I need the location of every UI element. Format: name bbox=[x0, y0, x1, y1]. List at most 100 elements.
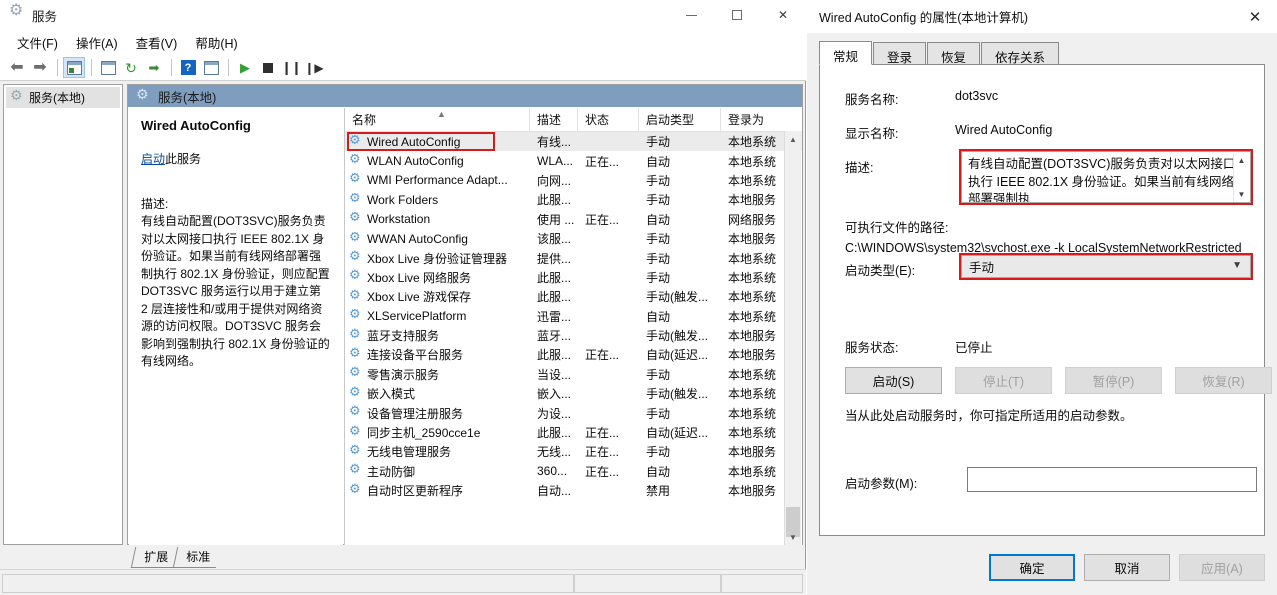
service-name-text: Xbox Live 身份验证管理器 bbox=[367, 251, 508, 266]
table-row[interactable]: Work Folders 此服... 手动 本地服务 bbox=[345, 190, 802, 209]
table-row[interactable]: 无线电管理服务 无线... 正在... 手动 本地服务 bbox=[345, 442, 802, 461]
cancel-button[interactable]: 取消 bbox=[1084, 554, 1170, 581]
back-arrow-icon[interactable]: ⬅ bbox=[6, 57, 28, 78]
pause-button: 暂停(P) bbox=[1065, 367, 1162, 394]
table-row[interactable]: Workstation 使用 ... 正在... 自动 网络服务 bbox=[345, 210, 802, 229]
start-parameters-input[interactable] bbox=[967, 467, 1257, 492]
service-gear-icon bbox=[349, 250, 363, 265]
services-list-header: ▲ 名称 描述 状态 启动类型 登录为 bbox=[345, 108, 802, 132]
list-view-icon[interactable] bbox=[200, 57, 222, 78]
refresh-icon[interactable]: ↻ bbox=[120, 57, 142, 78]
service-status-label: 服务状态: bbox=[845, 341, 899, 355]
table-row[interactable]: WWAN AutoConfig 该服... 手动 本地服务 bbox=[345, 229, 802, 248]
column-header-state[interactable]: 状态 bbox=[578, 108, 639, 131]
cell-startup-type: 手动 bbox=[646, 251, 671, 266]
minimize-button[interactable] bbox=[668, 0, 714, 30]
export-list-icon[interactable]: ➡ bbox=[143, 57, 165, 78]
service-info-panel: Wired AutoConfig 启动此服务 描述: 有线自动配置(DOT3SV… bbox=[129, 108, 343, 545]
tab-general[interactable]: 常规 bbox=[819, 41, 873, 65]
cell-startup-type: 自动 bbox=[646, 464, 671, 479]
table-row[interactable]: XLServicePlatform 迅雷... 自动 本地系统 bbox=[345, 307, 802, 326]
table-row[interactable]: WLAN AutoConfig WLA... 正在... 自动 本地系统 bbox=[345, 151, 802, 170]
tab-recovery[interactable]: 恢复 bbox=[927, 42, 981, 65]
table-row[interactable]: 嵌入模式 嵌入... 手动(触发... 本地系统 bbox=[345, 384, 802, 403]
scroll-down-icon[interactable]: ▼ bbox=[785, 529, 801, 545]
description-scroll-up-icon[interactable]: ▲ bbox=[1234, 153, 1249, 169]
service-name-label: 服务名称: bbox=[845, 93, 899, 107]
forward-arrow-icon[interactable]: ➡ bbox=[29, 57, 51, 78]
column-header-startup-type[interactable]: 启动类型 bbox=[639, 108, 721, 131]
column-header-logon-as[interactable]: 登录为 bbox=[721, 108, 786, 131]
table-row[interactable]: 蓝牙支持服务 蓝牙... 手动(触发... 本地服务 bbox=[345, 326, 802, 345]
service-name-value: dot3svc bbox=[955, 89, 999, 103]
table-row[interactable]: Wired AutoConfig 有线... 手动 本地系统 bbox=[345, 132, 802, 152]
cell-startup-type: 禁用 bbox=[646, 484, 671, 499]
dialog-close-icon[interactable]: ✕ bbox=[1233, 0, 1277, 33]
table-row[interactable]: WMI Performance Adapt... 向网... 手动 本地系统 bbox=[345, 171, 802, 190]
column-header-name[interactable]: ▲ 名称 bbox=[345, 108, 530, 131]
cell-startup-type: 手动(触发... bbox=[646, 387, 708, 402]
cell-service-name: 蓝牙支持服务 bbox=[345, 327, 530, 344]
dialog-titlebar: Wired AutoConfig 的属性(本地计算机) ✕ bbox=[807, 0, 1277, 33]
tab-dependencies[interactable]: 依存关系 bbox=[981, 42, 1060, 65]
status-cell-secondary bbox=[574, 574, 721, 593]
cell-logon-as: 本地系统 bbox=[728, 251, 777, 266]
menu-action[interactable]: 操作(A) bbox=[67, 30, 127, 55]
table-row[interactable]: Xbox Live 网络服务 此服... 手动 本地系统 bbox=[345, 268, 802, 287]
description-scrollbar[interactable]: ▲ ▼ bbox=[1233, 153, 1249, 202]
description-row: 描述: bbox=[845, 157, 955, 176]
description-textbox[interactable]: 有线自动配置(DOT3SVC)服务负责对以太网接口执行 IEEE 802.1X … bbox=[961, 151, 1251, 203]
cell-description: 此服... bbox=[537, 270, 572, 285]
show-hide-console-tree-icon[interactable] bbox=[63, 57, 85, 78]
table-row[interactable]: 连接设备平台服务 此服... 正在... 自动(延迟... 本地服务 bbox=[345, 345, 802, 364]
menu-view[interactable]: 查看(V) bbox=[127, 30, 187, 55]
start-service-link-suffix: 此服务 bbox=[165, 152, 202, 166]
cell-description: 360... bbox=[537, 464, 568, 479]
table-row[interactable]: 主动防御 360... 正在... 自动 本地系统 bbox=[345, 462, 802, 481]
cell-service-name: 嵌入模式 bbox=[345, 385, 530, 402]
close-button[interactable]: ✕ bbox=[760, 0, 806, 30]
help-icon[interactable]: ? bbox=[177, 57, 199, 78]
table-row[interactable]: Xbox Live 游戏保存 此服... 手动(触发... 本地系统 bbox=[345, 287, 802, 306]
cell-service-name: Xbox Live 游戏保存 bbox=[345, 288, 530, 305]
cell-service-name: XLServicePlatform bbox=[345, 309, 530, 323]
pause-service-icon[interactable]: ❙❙ bbox=[280, 57, 302, 78]
startup-type-select[interactable]: 手动 ▼ bbox=[961, 255, 1251, 278]
table-row[interactable]: 自动时区更新程序 自动... 禁用 本地服务 bbox=[345, 481, 802, 500]
table-row[interactable]: 设备管理注册服务 为设... 手动 本地系统 bbox=[345, 403, 802, 422]
startup-type-label: 启动类型(E): bbox=[845, 264, 916, 278]
start-service-link[interactable]: 启动 bbox=[141, 152, 165, 166]
start-service-icon[interactable]: ▶ bbox=[234, 57, 256, 78]
menu-file[interactable]: 文件(F) bbox=[8, 30, 67, 55]
tab-logon[interactable]: 登录 bbox=[873, 42, 927, 65]
column-header-description[interactable]: 描述 bbox=[530, 108, 578, 131]
tab-extended[interactable]: 扩展 bbox=[130, 547, 179, 568]
table-row[interactable]: Xbox Live 身份验证管理器 提供... 手动 本地系统 bbox=[345, 248, 802, 267]
table-row[interactable]: 零售演示服务 当设... 手动 本地系统 bbox=[345, 365, 802, 384]
cell-description: 蓝牙... bbox=[537, 329, 572, 344]
tab-standard[interactable]: 标准 bbox=[172, 547, 221, 568]
start-parameters-label-row: 启动参数(M): bbox=[845, 473, 917, 492]
services-list-scrollbar[interactable]: ▲ ▼ bbox=[784, 131, 801, 545]
service-name-text: WLAN AutoConfig bbox=[367, 154, 464, 169]
tree-item-services-local[interactable]: 服务(本地) bbox=[6, 87, 120, 108]
properties-icon[interactable] bbox=[97, 57, 119, 78]
display-name-label: 显示名称: bbox=[845, 127, 899, 141]
cell-description: 自动... bbox=[537, 484, 572, 499]
cell-service-name: 主动防御 bbox=[345, 463, 530, 480]
scroll-up-icon[interactable]: ▲ bbox=[785, 131, 801, 147]
cell-logon-as: 本地系统 bbox=[728, 154, 777, 169]
start-button[interactable]: 启动(S) bbox=[845, 367, 942, 394]
table-row[interactable]: 同步主机_2590cce1e 此服... 正在... 自动(延迟... 本地系统 bbox=[345, 423, 802, 442]
description-scroll-down-icon[interactable]: ▼ bbox=[1234, 187, 1249, 202]
service-name-text: 无线电管理服务 bbox=[367, 445, 452, 460]
status-cell-tertiary bbox=[721, 574, 803, 593]
service-gear-icon bbox=[349, 463, 363, 478]
service-status-row: 服务状态: 已停止 bbox=[845, 337, 993, 356]
menu-help[interactable]: 帮助(H) bbox=[186, 30, 246, 55]
dialog-action-buttons: 确定 取消 应用(A) bbox=[989, 554, 1265, 581]
restart-service-icon[interactable]: ❙▶ bbox=[303, 57, 325, 78]
maximize-button[interactable] bbox=[714, 0, 760, 30]
ok-button[interactable]: 确定 bbox=[989, 554, 1075, 581]
stop-service-icon[interactable] bbox=[257, 57, 279, 78]
